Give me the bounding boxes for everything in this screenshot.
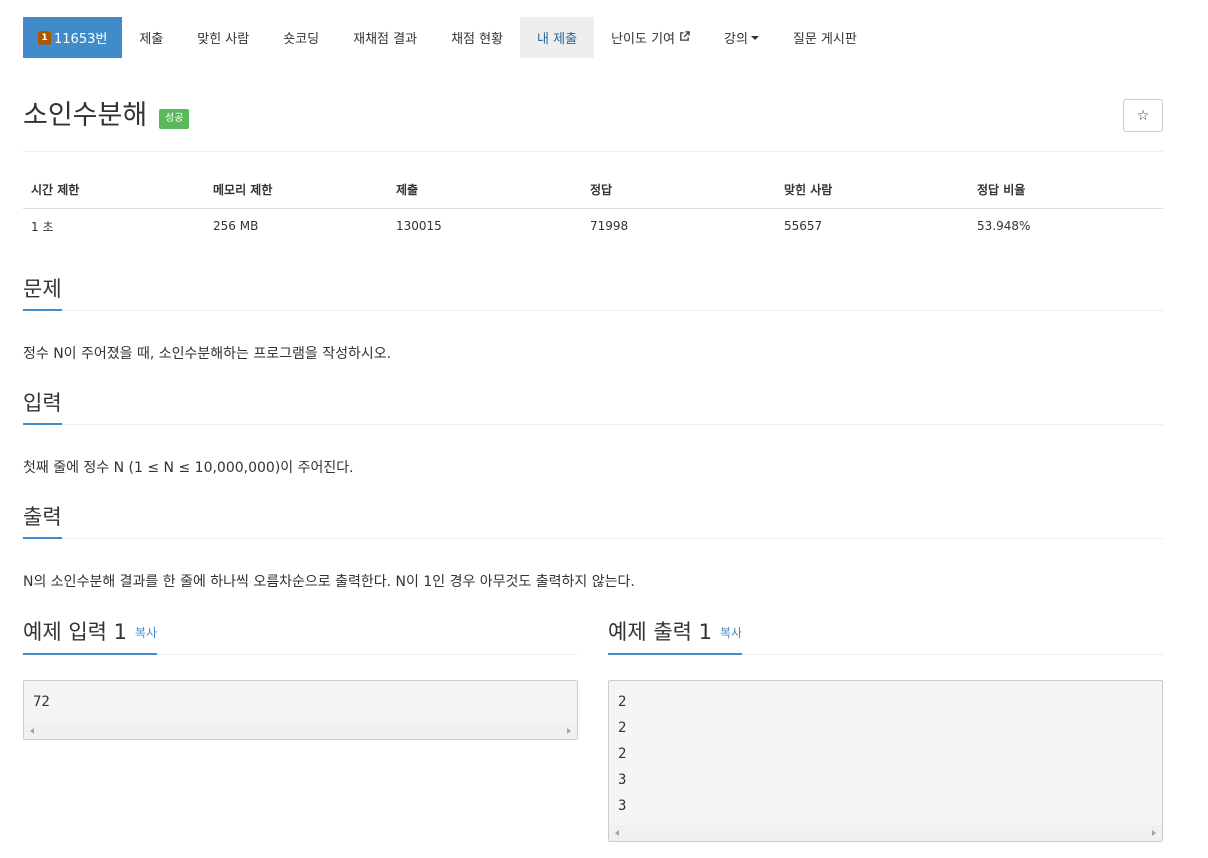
tab-problem[interactable]: 1 11653번 xyxy=(23,17,123,58)
horizontal-scrollbar[interactable] xyxy=(24,723,577,739)
tab-lectures[interactable]: 강의 xyxy=(707,17,776,58)
sample-input-headline: 예제 입력 1 복사 xyxy=(23,618,578,655)
info-value-row: 1 초 256 MB 130015 71998 55657 53.948% xyxy=(23,208,1163,244)
header-solved-users: 맞힌 사람 xyxy=(776,172,969,209)
horizontal-scrollbar[interactable] xyxy=(609,825,1162,841)
header-accept-ratio: 정답 비율 xyxy=(969,172,1163,209)
output-text: N의 소인수분해 결과를 한 줄에 하나씩 오름차순으로 출력한다. N이 1인… xyxy=(23,574,635,590)
tab-lectures-label: 강의 xyxy=(724,32,748,47)
tier-badge-icon: 1 xyxy=(38,30,51,45)
problem-title: 소인수분해 xyxy=(23,100,148,131)
output-headline: 출력 xyxy=(23,503,1163,539)
value-accepted: 71998 xyxy=(590,219,629,234)
tab-my-submissions[interactable]: 내 제출 xyxy=(520,17,595,58)
star-icon: ☆ xyxy=(1136,107,1150,124)
scroll-right-icon[interactable] xyxy=(567,728,571,734)
problem-info-table: 시간 제한 메모리 제한 제출 정답 맞힌 사람 정답 비율 1 초 256 M… xyxy=(23,172,1163,244)
sample-output-headline: 예제 출력 1 복사 xyxy=(608,618,1163,655)
problem-page: 1 11653번 제출 맞힌 사람 숏코딩 재채점 결과 채점 현황 내 제출 … xyxy=(0,0,1208,858)
value-submissions: 130015 xyxy=(396,219,442,234)
header-submissions: 제출 xyxy=(388,172,582,209)
copy-sample-input-link[interactable]: 복사 xyxy=(135,626,157,640)
sample-output-content: 2 2 2 3 3 xyxy=(618,694,627,814)
tab-rejudge-results[interactable]: 재채점 결과 xyxy=(336,17,434,58)
scroll-right-icon[interactable] xyxy=(1152,830,1156,836)
header-memory-limit: 메모리 제한 xyxy=(205,172,388,209)
sample-output-box[interactable]: 2 2 2 3 3 xyxy=(608,680,1163,842)
tab-difficulty-contribution[interactable]: 난이도 기여 xyxy=(594,17,707,58)
problem-number: 11653번 xyxy=(54,32,108,47)
header-accepted: 정답 xyxy=(582,172,776,209)
value-solved-users: 55657 xyxy=(784,219,823,234)
description-text: 정수 N이 주어졌을 때, 소인수분해하는 프로그램을 작성하시오. xyxy=(23,346,392,362)
tab-judge-status[interactable]: 채점 현황 xyxy=(434,17,520,58)
header-time-limit: 시간 제한 xyxy=(23,172,205,209)
input-text: 첫째 줄에 정수 N (1 ≤ N ≤ 10,000,000)이 주어진다. xyxy=(23,460,354,476)
copy-sample-output-link[interactable]: 복사 xyxy=(720,626,742,640)
value-accept-ratio: 53.948% xyxy=(977,219,1031,234)
info-header-row: 시간 제한 메모리 제한 제출 정답 맞힌 사람 정답 비율 xyxy=(23,172,1163,209)
input-heading: 입력 xyxy=(23,389,62,425)
description-heading: 문제 xyxy=(23,275,62,311)
tab-question-board[interactable]: 질문 게시판 xyxy=(776,17,874,58)
value-time-limit: 1 초 xyxy=(31,219,54,234)
description-headline: 문제 xyxy=(23,275,1163,311)
tab-difficulty-label: 난이도 기여 xyxy=(611,32,675,47)
sample-input-title: 예제 입력 1 xyxy=(23,620,127,644)
scroll-left-icon[interactable] xyxy=(30,728,34,734)
sample-output-title: 예제 출력 1 xyxy=(608,620,712,644)
favorite-star-button[interactable]: ☆ xyxy=(1123,99,1163,132)
input-headline: 입력 xyxy=(23,389,1163,425)
problem-nav: 1 11653번 제출 맞힌 사람 숏코딩 재채점 결과 채점 현황 내 제출 … xyxy=(23,17,1163,58)
value-memory-limit: 256 MB xyxy=(213,219,259,234)
scroll-left-icon[interactable] xyxy=(615,830,619,836)
problem-title-row: 소인수분해 성공 ☆ xyxy=(23,96,1163,152)
output-heading: 출력 xyxy=(23,503,62,539)
sample-input-box[interactable]: 72 xyxy=(23,680,578,740)
sample-output-heading: 예제 출력 1 복사 xyxy=(608,618,743,655)
tab-solved-users[interactable]: 맞힌 사람 xyxy=(180,17,266,58)
external-link-icon xyxy=(679,30,690,45)
tab-submit[interactable]: 제출 xyxy=(122,17,180,58)
status-badge: 성공 xyxy=(159,109,190,129)
tab-short-coding[interactable]: 숏코딩 xyxy=(266,17,336,58)
sample-input-heading: 예제 입력 1 복사 xyxy=(23,618,158,655)
sample-input-content: 72 xyxy=(33,694,50,710)
caret-down-icon xyxy=(750,35,759,40)
